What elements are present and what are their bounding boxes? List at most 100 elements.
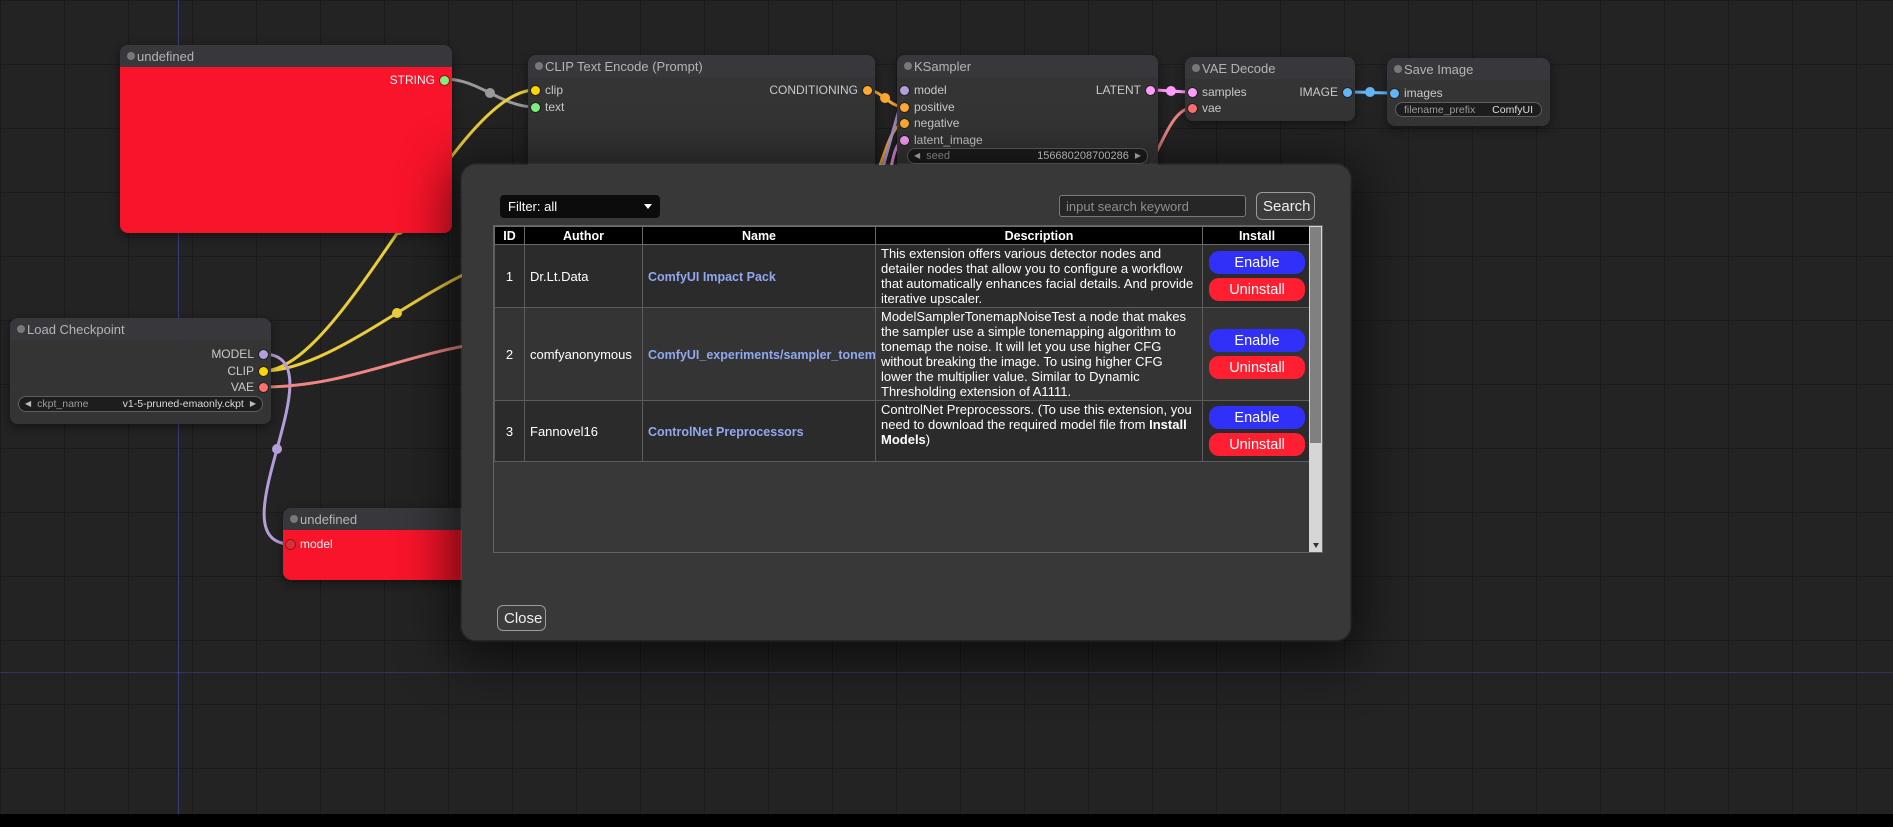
node-status-dot[interactable] xyxy=(1192,64,1200,72)
input-pin-latent-image[interactable] xyxy=(900,136,909,145)
table-row: 3 Fannovel16 ControlNet Preprocessors Co… xyxy=(495,401,1312,462)
ckpt-name-widget[interactable]: ◀ ckpt_name v1-5-pruned-emaonly.ckpt ▶ xyxy=(18,396,263,412)
input-label-latent-image: latent_image xyxy=(914,133,983,147)
widget-label: seed xyxy=(926,150,950,162)
cell-install: Enable Uninstall xyxy=(1203,245,1312,308)
node-undefined-top[interactable]: undefined STRING xyxy=(120,45,452,233)
node-status-dot[interactable] xyxy=(127,52,135,60)
header-install: Install xyxy=(1203,227,1312,245)
node-header[interactable]: Load Checkpoint xyxy=(10,318,271,340)
extension-link[interactable]: ComfyUI_experiments/sampler_tonemap xyxy=(648,348,876,362)
output-label-string: STRING xyxy=(390,73,435,87)
node-header[interactable]: KSampler xyxy=(897,55,1158,77)
enable-button[interactable]: Enable xyxy=(1209,329,1305,352)
description-text: ) xyxy=(926,432,930,447)
search-button[interactable]: Search xyxy=(1256,192,1315,220)
input-pin-vae[interactable] xyxy=(1188,104,1197,113)
scrollbar-down-arrow[interactable] xyxy=(1309,539,1322,552)
widget-value: ComfyUI xyxy=(1492,104,1533,116)
input-pin-images[interactable] xyxy=(1390,89,1399,98)
header-id: ID xyxy=(495,227,525,245)
decrement-arrow-icon[interactable]: ◀ xyxy=(25,400,31,408)
output-pin-string[interactable] xyxy=(440,76,449,85)
input-label-negative: negative xyxy=(914,116,959,130)
input-pin-positive[interactable] xyxy=(900,103,909,112)
node-status-dot[interactable] xyxy=(535,62,543,70)
widget-value: 156680208700286 xyxy=(1037,150,1129,162)
input-label-text: text xyxy=(545,100,564,114)
decrement-arrow-icon[interactable]: ◀ xyxy=(914,152,920,160)
output-label-latent: LATENT xyxy=(1096,83,1141,97)
filter-dropdown[interactable]: Filter: all xyxy=(500,195,660,218)
node-title: Save Image xyxy=(1404,62,1473,77)
cell-id: 3 xyxy=(495,401,525,462)
node-title: undefined xyxy=(300,512,357,527)
output-pin-clip[interactable] xyxy=(259,367,268,376)
output-label-clip: CLIP xyxy=(227,364,254,378)
uninstall-button[interactable]: Uninstall xyxy=(1209,356,1305,379)
output-pin-conditioning[interactable] xyxy=(863,86,872,95)
widget-value: v1-5-pruned-emaonly.ckpt xyxy=(123,398,244,410)
filename-prefix-widget[interactable]: filename_prefix ComfyUI xyxy=(1395,102,1542,117)
triangle-down-icon xyxy=(1313,543,1319,548)
cell-author: Dr.Lt.Data xyxy=(525,245,643,308)
cell-description: ControlNet Preprocessors. (To use this e… xyxy=(876,401,1203,462)
close-button[interactable]: Close xyxy=(497,605,546,631)
output-label-vae: VAE xyxy=(231,380,254,394)
uninstall-button[interactable]: Uninstall xyxy=(1209,433,1305,456)
node-title: undefined xyxy=(137,49,194,64)
table-row: 2 comfyanonymous ComfyUI_experiments/sam… xyxy=(495,308,1312,401)
input-label-positive: positive xyxy=(914,100,955,114)
scrollbar-thumb[interactable] xyxy=(1310,227,1321,443)
output-pin-latent[interactable] xyxy=(1146,86,1155,95)
node-status-dot[interactable] xyxy=(904,62,912,70)
filter-dropdown-label: Filter: all xyxy=(508,199,557,214)
table-header-row: ID Author Name Description Install xyxy=(495,227,1312,245)
cell-id: 1 xyxy=(495,245,525,308)
output-label-conditioning: CONDITIONING xyxy=(769,83,858,97)
uninstall-button[interactable]: Uninstall xyxy=(1209,278,1305,301)
node-status-dot[interactable] xyxy=(17,325,25,333)
enable-button[interactable]: Enable xyxy=(1209,251,1305,274)
node-header[interactable]: undefined xyxy=(120,45,452,67)
node-vae-decode[interactable]: VAE Decode samples vae IMAGE xyxy=(1185,57,1355,121)
input-label-model: model xyxy=(300,537,333,551)
output-pin-model[interactable] xyxy=(259,350,268,359)
node-header[interactable]: CLIP Text Encode (Prompt) xyxy=(528,55,875,77)
seed-widget[interactable]: ◀ seed 156680208700286 ▶ xyxy=(907,148,1148,164)
cell-description: This extension offers various detector n… xyxy=(876,245,1203,308)
node-header[interactable]: Save Image xyxy=(1387,58,1550,80)
input-pin-text[interactable] xyxy=(531,103,540,112)
input-pin-model[interactable] xyxy=(286,540,295,549)
scrollbar[interactable] xyxy=(1309,226,1322,552)
output-pin-image[interactable] xyxy=(1343,88,1352,97)
input-pin-negative[interactable] xyxy=(900,119,909,128)
app-window: undefined STRING CLIP Text Encode (Promp… xyxy=(0,0,1893,827)
widget-label: filename_prefix xyxy=(1404,104,1475,116)
extension-table: ID Author Name Description Install 1 Dr.… xyxy=(494,226,1312,462)
custom-nodes-manager-dialog: Filter: all Search ID Author Name Descri… xyxy=(462,165,1350,640)
canvas-axis-horizontal xyxy=(0,672,1893,673)
node-title: CLIP Text Encode (Prompt) xyxy=(545,59,703,74)
chevron-down-icon xyxy=(644,204,652,209)
description-text: ModelSamplerTonemapNoiseTest a node that… xyxy=(881,309,1186,399)
node-status-dot[interactable] xyxy=(1394,65,1402,73)
node-title: VAE Decode xyxy=(1202,61,1275,76)
node-save-image[interactable]: Save Image images filename_prefix ComfyU… xyxy=(1387,58,1550,126)
input-label-images: images xyxy=(1404,86,1443,100)
extension-link[interactable]: ControlNet Preprocessors xyxy=(648,425,804,439)
node-header[interactable]: VAE Decode xyxy=(1185,57,1355,79)
header-name: Name xyxy=(643,227,876,245)
node-title: Load Checkpoint xyxy=(27,322,125,337)
cell-id: 2 xyxy=(495,308,525,401)
input-label-vae: vae xyxy=(1202,101,1221,115)
enable-button[interactable]: Enable xyxy=(1209,406,1305,429)
output-pin-vae[interactable] xyxy=(259,383,268,392)
increment-arrow-icon[interactable]: ▶ xyxy=(1135,152,1141,160)
node-status-dot[interactable] xyxy=(290,515,298,523)
node-load-checkpoint[interactable]: Load Checkpoint MODEL CLIP VAE ◀ ckpt_na… xyxy=(10,318,271,424)
increment-arrow-icon[interactable]: ▶ xyxy=(250,400,256,408)
header-description: Description xyxy=(876,227,1203,245)
search-input[interactable] xyxy=(1059,195,1246,217)
extension-link[interactable]: ComfyUI Impact Pack xyxy=(648,270,776,284)
